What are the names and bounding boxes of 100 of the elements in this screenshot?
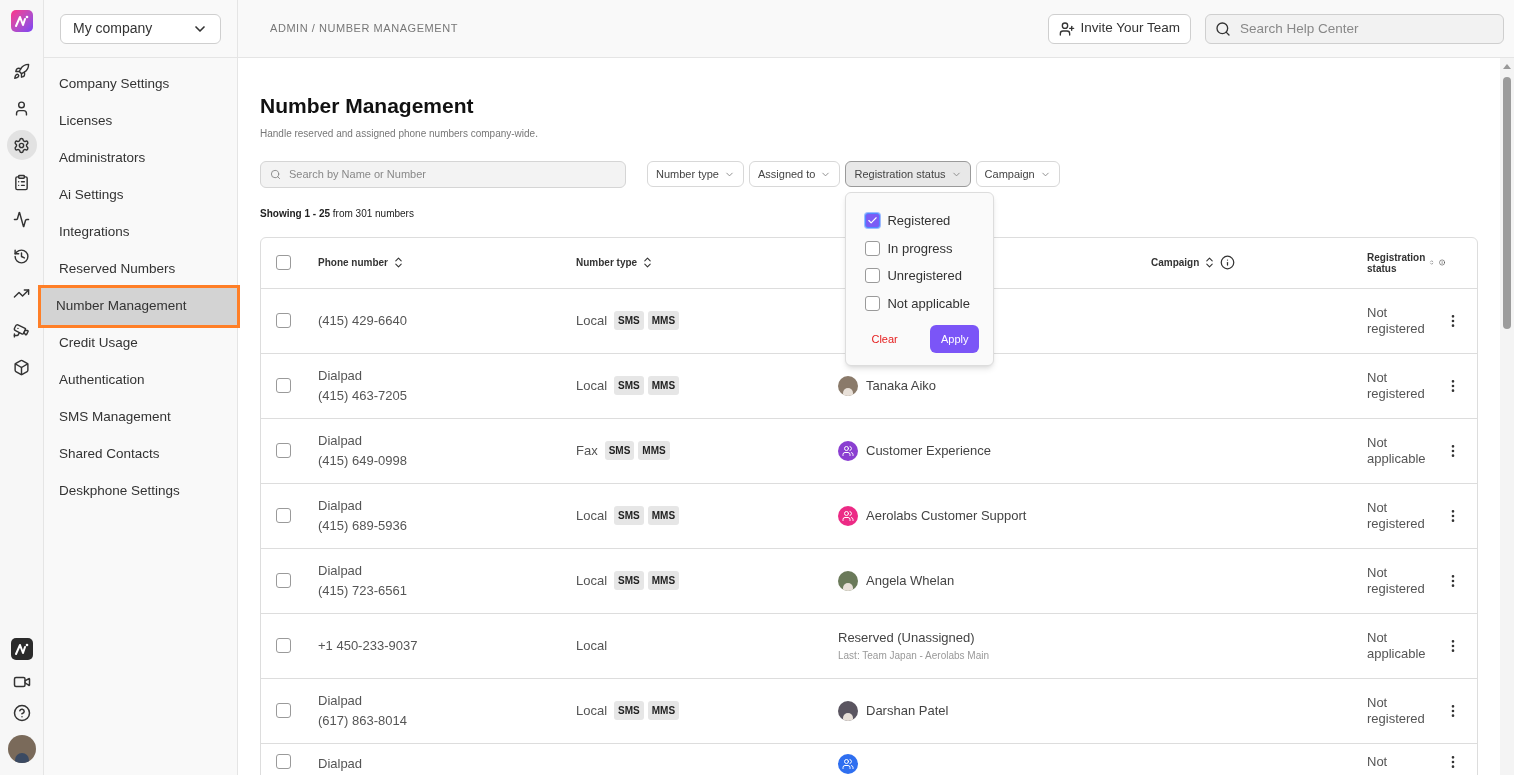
- results-count: Showing 1 - 25 from 301 numbers: [260, 206, 415, 221]
- page-subtitle: Handle reserved and assigned phone numbers company-wide.: [260, 126, 539, 141]
- capability-tag: MMS: [647, 701, 680, 720]
- assigned-text: Reserved (Unassigned): [838, 629, 976, 648]
- line-name: Dialpad: [318, 754, 364, 773]
- capability-tag: MMS: [647, 376, 680, 395]
- user-plus-icon: [1059, 20, 1076, 37]
- company-select[interactable]: My company: [60, 13, 221, 44]
- sidebar-item[interactable]: Company Settings: [44, 66, 237, 103]
- registration-status: Not registered: [1367, 304, 1426, 337]
- number-type: Local: [576, 571, 608, 590]
- capability-tag: MMS: [647, 311, 680, 330]
- avatar-silhouette[interactable]: [7, 735, 36, 763]
- column-header[interactable]: Registration status: [1367, 251, 1426, 274]
- number-type: Local: [576, 701, 608, 720]
- checkbox[interactable]: [865, 240, 881, 256]
- info-icon[interactable]: [1220, 255, 1236, 270]
- search-field[interactable]: Search by Name or Number: [260, 160, 626, 188]
- capability-tag: MMS: [647, 506, 680, 525]
- scrollbar[interactable]: [1500, 58, 1514, 775]
- sort-icon[interactable]: [392, 256, 405, 269]
- breadcrumb: ADMIN / NUMBER MANAGEMENT: [270, 21, 458, 37]
- registration-status: Not: [1367, 753, 1389, 770]
- sidebar-item[interactable]: Reserved Numbers: [44, 251, 237, 288]
- sidebar-item[interactable]: Credit Usage: [44, 325, 237, 362]
- clear-button[interactable]: Clear: [871, 330, 898, 348]
- search-icon: [270, 168, 281, 180]
- checkbox[interactable]: [865, 268, 881, 284]
- sidebar-item[interactable]: Deskphone Settings: [44, 473, 237, 510]
- phone-number: +1 450-233-9037: [318, 636, 419, 655]
- sidebar-item[interactable]: Licenses: [44, 103, 237, 140]
- registration-status: Not registered: [1367, 694, 1426, 727]
- option-label[interactable]: Unregistered: [887, 266, 962, 286]
- settings-icon[interactable]: [6, 130, 37, 160]
- row-checkbox[interactable]: [276, 443, 291, 458]
- phone-number: (415) 649-0998: [318, 451, 408, 470]
- help-icon[interactable]: [12, 704, 31, 722]
- row-checkbox[interactable]: [276, 703, 291, 718]
- checkbox[interactable]: [865, 295, 881, 311]
- sidebar-item[interactable]: Shared Contacts: [44, 436, 237, 473]
- phone-number: (415) 429-6640: [318, 311, 408, 330]
- line-name: Dialpad: [318, 367, 364, 385]
- assigned-name: Tanaka Aiko: [866, 376, 937, 395]
- option-label[interactable]: Not applicable: [887, 293, 970, 313]
- row-checkbox[interactable]: [276, 508, 291, 523]
- app-switch-icon[interactable]: [10, 638, 33, 660]
- registration-status: Not applicable: [1367, 434, 1427, 467]
- checkbox[interactable]: [865, 213, 881, 229]
- number-type: Local: [576, 636, 608, 655]
- phone-number: (617) 863-8014: [318, 711, 408, 730]
- apply-button[interactable]: Apply: [929, 325, 980, 353]
- row-checkbox[interactable]: [276, 753, 291, 769]
- column-header[interactable]: Phone number: [318, 255, 388, 270]
- phone-number: (415) 723-6561: [318, 581, 408, 600]
- phone-number: (415) 689-5936: [318, 516, 408, 535]
- capability-tag: MMS: [647, 571, 680, 590]
- registration-status: Not registered: [1367, 564, 1426, 597]
- sidebar-item[interactable]: Integrations: [44, 214, 237, 251]
- row-checkbox[interactable]: [276, 573, 291, 588]
- number-type: Local: [576, 506, 608, 525]
- registration-status: Not registered: [1367, 369, 1426, 402]
- registration-status: Not applicable: [1367, 629, 1427, 662]
- invite-button[interactable]: Invite Your Team: [1048, 13, 1191, 44]
- assigned-name: Customer Experience: [866, 441, 991, 460]
- last-assigned-note: Last: Team Japan - Aerolabs Main: [838, 648, 990, 663]
- capability-tag: SMS: [614, 506, 644, 525]
- line-name: Dialpad: [318, 692, 364, 710]
- line-name: Dialpad: [318, 497, 364, 515]
- row-checkbox[interactable]: [276, 313, 291, 328]
- filter-button[interactable]: Number type: [647, 161, 744, 187]
- capability-tag: SMS: [614, 571, 644, 590]
- sidebar-item[interactable]: Authentication: [44, 362, 237, 399]
- column-header[interactable]: Campaign: [1151, 255, 1200, 270]
- filter-button[interactable]: Assigned to: [749, 161, 841, 187]
- number-type: Local: [576, 376, 608, 395]
- assigned-name: Angela Whelan: [866, 571, 955, 590]
- capability-tag: SMS: [604, 441, 635, 460]
- column-header[interactable]: Number type: [576, 255, 638, 270]
- option-label[interactable]: Registered: [887, 211, 951, 231]
- sidebar-item[interactable]: Ai Settings: [44, 177, 237, 214]
- row-checkbox[interactable]: [276, 638, 291, 653]
- phone-number: (415) 463-7205: [318, 386, 408, 405]
- help-search-field[interactable]: Search Help Center: [1205, 13, 1504, 44]
- capability-tag: SMS: [614, 311, 644, 330]
- sidebar-item[interactable]: SMS Management: [44, 399, 237, 436]
- capability-tag: SMS: [614, 701, 644, 720]
- app-logo[interactable]: [10, 10, 33, 32]
- line-name: Dialpad: [318, 432, 364, 450]
- option-label[interactable]: In progress: [887, 238, 953, 258]
- line-name: Dialpad: [318, 562, 364, 580]
- assigned-name: Aerolabs Customer Support: [866, 506, 1027, 525]
- sidebar-item[interactable]: Administrators: [44, 140, 237, 177]
- select-all-checkbox[interactable]: [276, 255, 291, 270]
- capability-tag: SMS: [614, 376, 644, 395]
- row-checkbox[interactable]: [276, 378, 291, 393]
- page-title: Number Management: [260, 93, 475, 119]
- filter-button[interactable]: Campaign: [975, 161, 1060, 187]
- sidebar-item[interactable]: Number Management: [41, 288, 237, 325]
- filter-button[interactable]: Registration status: [845, 161, 971, 187]
- assigned-name: Darshan Patel: [866, 701, 949, 720]
